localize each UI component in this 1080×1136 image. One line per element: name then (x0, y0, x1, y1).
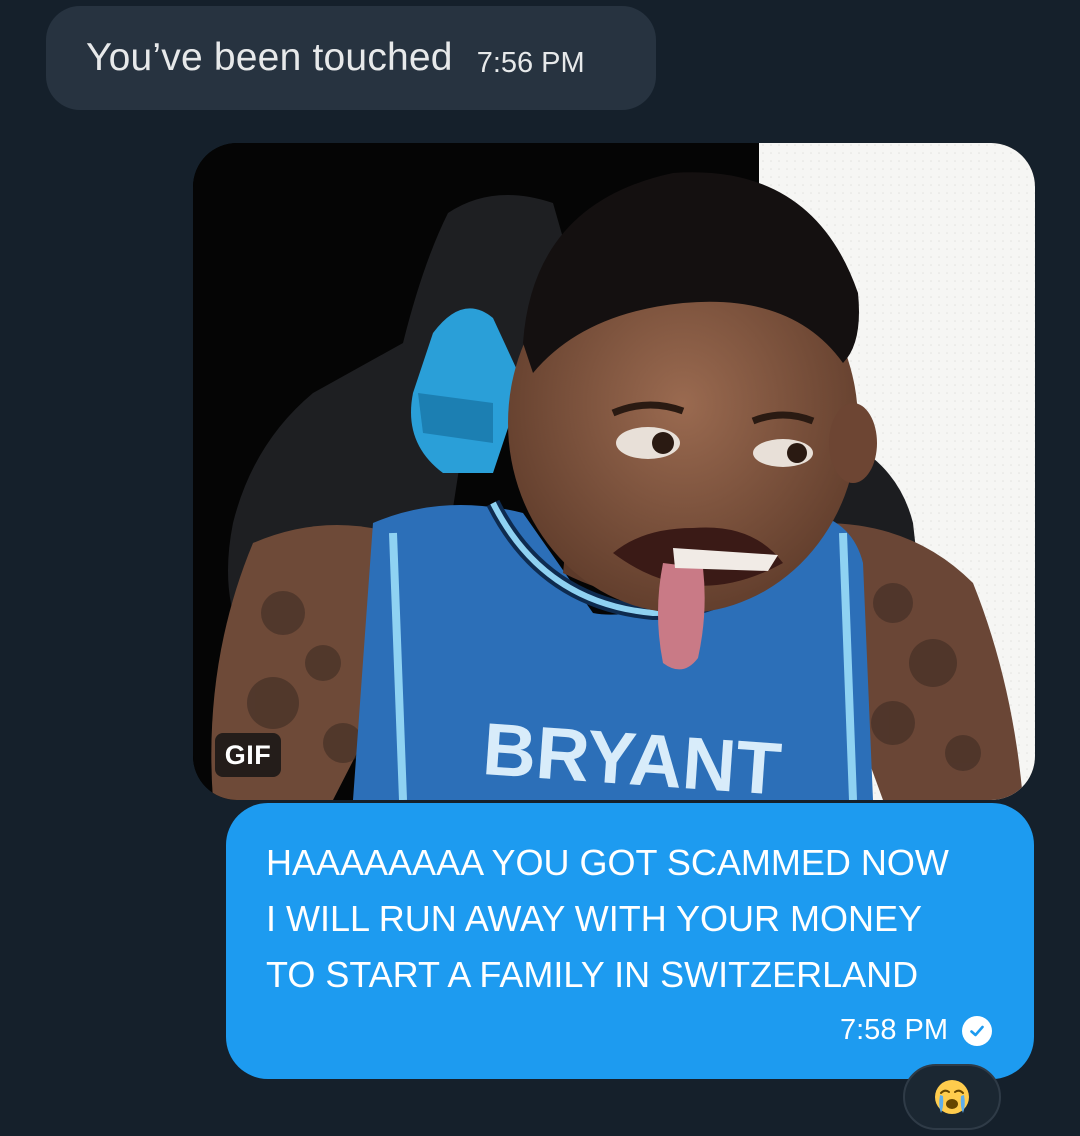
gif-badge: GIF (215, 733, 281, 777)
outgoing-message-time: 7:58 PM (840, 1014, 948, 1046)
incoming-message-time: 7:56 PM (476, 46, 585, 79)
message-reaction[interactable] (903, 1064, 1001, 1130)
gif-image: BRYANT (193, 143, 1035, 800)
incoming-message-bubble[interactable]: You’ve been touched 7:56 PM (46, 6, 656, 110)
gif-attachment[interactable]: BRYANT GIF (193, 143, 1035, 800)
dm-conversation: You’ve been touched 7:56 PM BRYANT GIF H… (0, 0, 1080, 1136)
outgoing-message-meta: 7:58 PM (840, 1014, 992, 1047)
sent-check-icon (962, 1015, 992, 1046)
crying-face-icon (935, 1080, 969, 1114)
outgoing-message-text: HAAAAAAAA YOU GOT SCAMMED NOW I WILL RUN… (266, 842, 949, 995)
incoming-message-text: You’ve been touched (86, 36, 453, 79)
outgoing-message-bubble[interactable]: HAAAAAAAA YOU GOT SCAMMED NOW I WILL RUN… (226, 803, 1034, 1079)
